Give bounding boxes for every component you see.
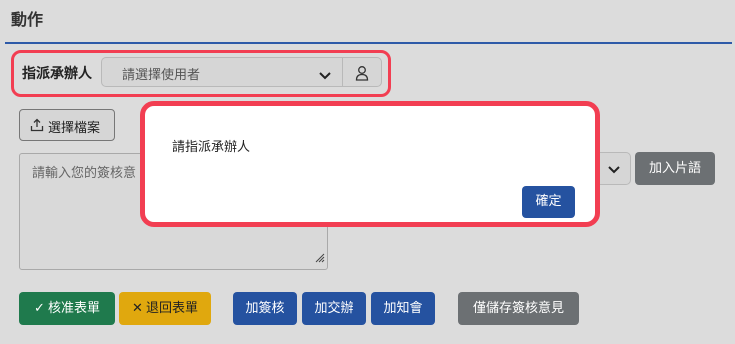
save-only-button[interactable]: 僅儲存簽核意見: [458, 292, 579, 325]
chevron-down-icon: [318, 66, 332, 85]
comment-placeholder: 請輸入您的簽核意: [32, 166, 137, 181]
close-icon: ✕: [132, 301, 143, 316]
assignee-select-placeholder: 請選擇使用者: [122, 68, 201, 83]
dialog-message: 請指派承辦人: [172, 140, 251, 155]
add-handover-button[interactable]: 加交辦: [302, 292, 366, 325]
add-sign-button[interactable]: 加簽核: [233, 292, 297, 325]
upload-icon: [30, 118, 44, 132]
assign-label: 指派承辦人: [22, 66, 92, 82]
pick-user-button[interactable]: [342, 57, 382, 87]
phrase-select[interactable]: [598, 152, 631, 185]
approve-button[interactable]: ✓ 核准表單: [19, 292, 115, 325]
choose-file-button[interactable]: 選擇檔案: [19, 109, 115, 141]
choose-file-label: 選擇檔案: [48, 121, 101, 136]
reject-button[interactable]: ✕ 退回表單: [119, 292, 211, 325]
add-phrase-button[interactable]: 加入片語: [635, 152, 715, 185]
add-notify-button[interactable]: 加知會: [371, 292, 435, 325]
approve-label: 核准表單: [47, 301, 100, 316]
chevron-down-icon: [608, 166, 620, 174]
section-title: 動作: [11, 10, 44, 29]
user-icon: [355, 66, 369, 81]
alert-dialog: 請指派承辦人 確定: [140, 101, 600, 227]
check-icon: ✓: [34, 301, 45, 316]
confirm-button[interactable]: 確定: [522, 186, 575, 218]
reject-label: 退回表單: [145, 301, 198, 316]
assignee-select[interactable]: 請選擇使用者: [101, 57, 342, 87]
resize-grip-icon[interactable]: [313, 248, 325, 267]
